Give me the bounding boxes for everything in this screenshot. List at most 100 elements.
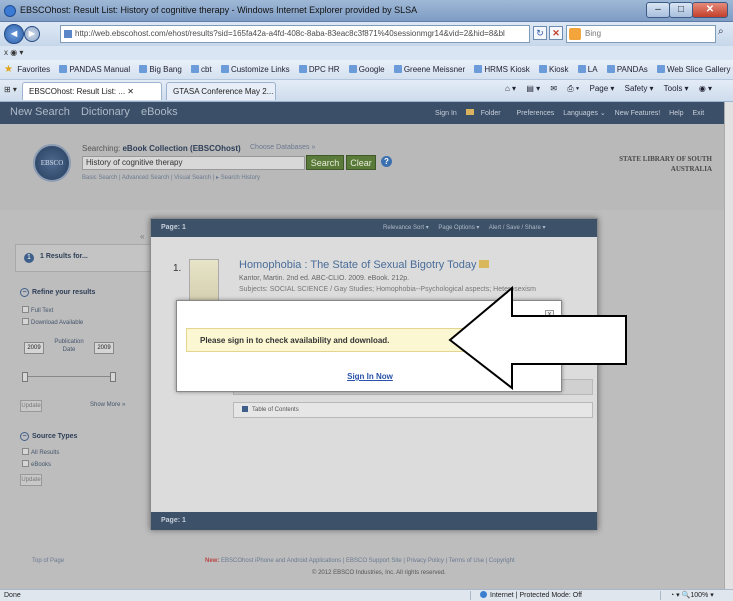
- ebsco-user-links: Sign In Folder Preferences Languages ⌄ N…: [435, 109, 711, 117]
- page-menu[interactable]: Page ▾: [590, 84, 615, 93]
- tools-menu[interactable]: Tools ▾: [664, 84, 689, 93]
- nav-new-search[interactable]: New Search: [10, 106, 70, 118]
- relevance-sort-menu[interactable]: Relevance Sort ▾: [383, 225, 429, 231]
- help-menu[interactable]: ◉ ▾: [699, 84, 712, 93]
- page-icon: [64, 30, 72, 38]
- arrow-shape: [448, 286, 627, 390]
- page-options-menu[interactable]: Page Options ▾: [438, 225, 479, 231]
- status-divider: [470, 591, 471, 600]
- feeds-icon[interactable]: ▤ ▾: [526, 84, 540, 93]
- command-bar: ⌂ ▾ ▤ ▾ ✉ ⎙ ▾ Page ▾ Safety ▾ Tools ▾ ◉ …: [505, 84, 720, 94]
- footer-links[interactable]: New: EBSCOhost iPhone and Android Applic…: [205, 558, 515, 564]
- all-results-checkbox[interactable]: All Results: [22, 448, 59, 456]
- folder-link[interactable]: Folder: [465, 109, 508, 117]
- favorite-link[interactable]: HRMS Kiosk: [474, 60, 530, 79]
- show-more-link[interactable]: Show More »: [90, 402, 125, 408]
- security-zone[interactable]: Internet | Protected Mode: Off: [480, 590, 582, 601]
- nav-dictionary[interactable]: Dictionary: [81, 106, 130, 118]
- download-available-checkbox[interactable]: Download Available: [22, 318, 83, 326]
- favorite-link[interactable]: Kiosk: [538, 60, 569, 79]
- favorite-link[interactable]: PANDAS Manual: [59, 60, 130, 79]
- collapse-sidebar-icon[interactable]: «: [140, 232, 144, 241]
- favorite-link[interactable]: Web Slice Gallery ▾: [657, 60, 733, 79]
- database-name: eBook Collection (EBSCOhost): [122, 144, 241, 153]
- favorite-link[interactable]: LA: [577, 60, 598, 79]
- languages-link[interactable]: Languages ⌄: [563, 110, 605, 117]
- zoom-control[interactable]: ◔ ▾ 🔍100% ▾: [670, 590, 714, 601]
- update-button-2[interactable]: Update: [20, 474, 42, 486]
- alert-save-share-menu[interactable]: Alert / Save / Share ▾: [489, 225, 546, 231]
- nav-ebooks[interactable]: eBooks: [141, 106, 178, 118]
- favorite-link[interactable]: Customize Links: [220, 60, 290, 79]
- result-title-link[interactable]: Homophobia : The State of Sexual Bigotry…: [239, 259, 490, 271]
- minimize-button[interactable]: –: [646, 2, 670, 18]
- ebsco-search-field[interactable]: History of cognitive therapy: [82, 156, 305, 170]
- home-icon[interactable]: ⌂ ▾: [505, 84, 516, 93]
- minus-icon: −: [20, 288, 29, 297]
- pub-date-label: Publication Date: [54, 339, 84, 353]
- address-row: ◄ ► http://web.ebscohost.com/ehost/resul…: [0, 22, 733, 46]
- favorite-link[interactable]: Google: [348, 60, 385, 79]
- search-button[interactable]: Search: [306, 155, 344, 170]
- page-footer: Top of Page New: EBSCOhost iPhone and An…: [0, 552, 724, 589]
- search-placeholder: Bing: [585, 29, 602, 38]
- copyright-text: © 2012 EBSCO Industries, Inc. All rights…: [312, 570, 446, 576]
- favorite-link[interactable]: PANDAs: [606, 60, 648, 79]
- favorite-link[interactable]: Big Bang: [139, 60, 182, 79]
- status-divider: [660, 591, 661, 600]
- page-icon: [538, 65, 547, 73]
- print-icon[interactable]: ⎙ ▾: [567, 84, 579, 93]
- table-of-contents-link[interactable]: Table of Contents: [233, 402, 593, 418]
- url-field[interactable]: http://web.ebscohost.com/ehost/results?s…: [60, 25, 530, 43]
- exit-link[interactable]: Exit: [693, 110, 705, 117]
- vertical-scrollbar[interactable]: [724, 102, 733, 589]
- footer-page-label: Page: 1: [161, 517, 186, 524]
- menu-bar[interactable]: x ◉ ▾: [0, 46, 733, 60]
- page-label: Page: 1: [161, 224, 186, 231]
- forward-button[interactable]: ►: [24, 26, 40, 42]
- close-window-button[interactable]: ✕: [692, 2, 728, 18]
- favorites-label[interactable]: Favorites: [17, 60, 50, 79]
- results-for-label: 1 Results for...: [40, 253, 88, 260]
- search-input[interactable]: Bing: [566, 25, 716, 43]
- date-slider-track: [24, 376, 116, 377]
- search-icon[interactable]: ⌕: [718, 26, 724, 37]
- help-icon[interactable]: ?: [381, 156, 392, 167]
- clear-button[interactable]: Clear: [346, 155, 376, 170]
- page-icon: [191, 65, 200, 73]
- page-icon: [220, 65, 229, 73]
- pub-date-to[interactable]: 2009: [94, 342, 114, 354]
- new-label: New:: [205, 558, 220, 564]
- date-slider-handle-right[interactable]: [110, 372, 116, 382]
- ebooks-checkbox[interactable]: eBooks: [22, 460, 51, 468]
- refine-results-heading[interactable]: − Refine your results: [20, 288, 95, 297]
- mail-icon[interactable]: ✉: [550, 84, 557, 93]
- pub-date-from[interactable]: 2009: [24, 342, 44, 354]
- help-link[interactable]: Help: [669, 110, 683, 117]
- choose-databases-link[interactable]: Choose Databases »: [250, 144, 315, 151]
- sign-in-message: Please sign in to check availability and…: [200, 336, 390, 345]
- new-features-link[interactable]: New Features!: [615, 110, 661, 117]
- search-mode-links[interactable]: Basic Search | Advanced Search | Visual …: [82, 174, 260, 181]
- tab-gtasa[interactable]: GTASA Conference May 2...: [166, 82, 276, 100]
- stop-icon[interactable]: ✕: [549, 26, 563, 40]
- sign-in-link-top[interactable]: Sign In: [435, 110, 457, 117]
- safety-menu[interactable]: Safety ▾: [625, 84, 654, 93]
- favorite-link[interactable]: DPC HR: [298, 60, 340, 79]
- back-button[interactable]: ◄: [4, 24, 24, 44]
- favorite-link[interactable]: Greene Meissner: [393, 60, 465, 79]
- book-cover-image[interactable]: [189, 259, 219, 301]
- favorite-link[interactable]: cbt: [191, 60, 212, 79]
- results-count-badge: 1: [24, 253, 34, 263]
- maximize-button[interactable]: □: [669, 2, 693, 18]
- source-types-heading[interactable]: − Source Types: [20, 432, 77, 441]
- tab-ebscohost[interactable]: EBSCOhost: Result List: ... ✕: [22, 82, 162, 100]
- date-slider-handle-left[interactable]: [22, 372, 28, 382]
- full-text-checkbox[interactable]: Full Text: [22, 306, 53, 314]
- quick-tabs-icon[interactable]: ⊞ ▾: [4, 85, 17, 94]
- refresh-icon[interactable]: ↻: [533, 26, 547, 40]
- update-button[interactable]: Update: [20, 400, 42, 412]
- preferences-link[interactable]: Preferences: [517, 110, 555, 117]
- favorites-star-icon[interactable]: ★: [4, 60, 13, 79]
- top-of-page-link[interactable]: Top of Page: [32, 558, 64, 564]
